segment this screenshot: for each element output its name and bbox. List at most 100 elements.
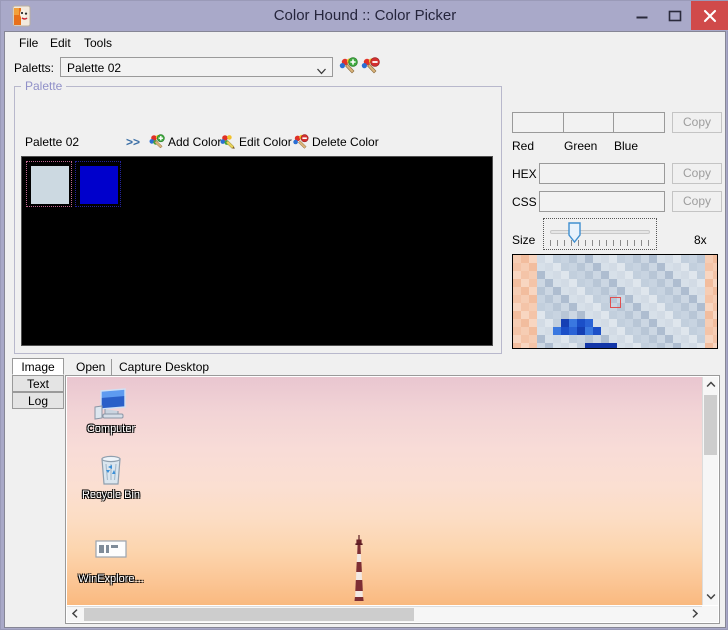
add-color-button[interactable]: Add Color xyxy=(149,134,229,152)
palette-name-label: Palette 02 xyxy=(25,135,80,149)
capture-desktop-button[interactable]: Capture Desktop xyxy=(111,359,216,375)
magnifier-pixel xyxy=(665,295,673,303)
palette-group-legend: Palette xyxy=(21,79,67,93)
horizontal-scroll-thumb[interactable] xyxy=(84,608,414,621)
magnifier-pixel xyxy=(705,303,713,311)
magnifier-pixel xyxy=(617,279,625,287)
blue-input[interactable] xyxy=(614,113,665,132)
swatch-canvas[interactable] xyxy=(21,156,493,346)
tab-image[interactable]: Image xyxy=(12,358,64,375)
delete-palette-icon[interactable] xyxy=(361,57,380,76)
magnifier-pixel xyxy=(569,327,577,335)
tab-log[interactable]: Log xyxy=(12,392,64,409)
scroll-left-button[interactable] xyxy=(67,607,83,622)
magnifier-pixel xyxy=(545,295,553,303)
recycle-bin-icon xyxy=(75,453,147,489)
palette-dropdown[interactable]: Palette 02 xyxy=(60,57,333,77)
magnifier-pixel xyxy=(529,263,537,271)
magnifier-pixel xyxy=(513,335,521,343)
magnifier-pixel xyxy=(577,335,585,343)
copy-rgb-button[interactable]: Copy xyxy=(672,112,722,133)
minimize-button[interactable] xyxy=(625,1,658,30)
magnifier-pixel xyxy=(625,327,633,335)
magnifier-pixel xyxy=(617,255,625,263)
magnifier-pixel xyxy=(513,327,521,335)
edit-color-icon xyxy=(220,134,236,150)
add-palette-icon[interactable] xyxy=(339,57,358,76)
magnifier-pixel xyxy=(561,255,569,263)
green-input[interactable] xyxy=(563,113,614,132)
magnifier-pixel xyxy=(633,255,641,263)
chevron-down-icon xyxy=(706,592,715,603)
magnifier-pixel xyxy=(689,303,697,311)
magnifier-pixel xyxy=(641,303,649,311)
scroll-down-button[interactable] xyxy=(703,589,718,605)
magnifier-preview xyxy=(512,254,718,349)
magnifier-pixel xyxy=(537,287,545,295)
palettes-label: Paletts: xyxy=(14,61,55,75)
delete-color-button[interactable]: Delete Color xyxy=(293,134,381,152)
magnifier-pixel xyxy=(553,319,561,327)
hex-input[interactable] xyxy=(539,163,665,184)
desktop-icon-recycle-bin[interactable]: Recycle Bin xyxy=(75,453,147,502)
desktop-icon-winexplore[interactable]: WinExplore... xyxy=(75,537,147,586)
magnifier-pixel xyxy=(561,311,569,319)
edit-color-button[interactable]: Edit Color xyxy=(220,134,300,152)
zoom-size-slider[interactable] xyxy=(543,218,657,250)
magnifier-pixel xyxy=(657,255,665,263)
color-swatch[interactable] xyxy=(75,161,121,207)
magnifier-pixel xyxy=(633,271,641,279)
magnifier-pixel xyxy=(585,255,593,263)
chevron-left-icon xyxy=(71,608,78,621)
menu-item-edit[interactable]: Edit xyxy=(44,35,77,52)
magnifier-pixel xyxy=(713,263,717,271)
menu-item-file[interactable]: File xyxy=(13,35,44,52)
desktop-screenshot[interactable]: Computer Recycle Bin WinExplore... xyxy=(67,377,703,605)
magnifier-pixel xyxy=(617,327,625,335)
maximize-button[interactable] xyxy=(658,1,691,30)
magnifier-pixel xyxy=(577,343,585,348)
red-input[interactable] xyxy=(513,113,563,132)
magnifier-pixel xyxy=(529,271,537,279)
scroll-up-button[interactable] xyxy=(703,377,718,393)
magnifier-pixel xyxy=(561,287,569,295)
copy-hex-button[interactable]: Copy xyxy=(672,163,722,184)
vertical-scrollbar[interactable] xyxy=(702,377,718,605)
palette-expand-arrows[interactable]: >> xyxy=(126,135,140,149)
image-viewport[interactable]: Computer Recycle Bin WinExplore... xyxy=(65,376,720,624)
horizontal-scrollbar[interactable] xyxy=(67,606,703,622)
magnifier-pixel xyxy=(601,295,609,303)
magnifier-pixel xyxy=(529,255,537,263)
magnifier-pixel xyxy=(569,271,577,279)
magnifier-pixel xyxy=(545,271,553,279)
open-button[interactable]: Open xyxy=(69,359,112,375)
copy-css-button[interactable]: Copy xyxy=(672,191,722,212)
magnifier-pixel xyxy=(537,319,545,327)
slider-ticks xyxy=(550,240,652,247)
add-color-icon xyxy=(149,134,165,150)
menu-item-tools[interactable]: Tools xyxy=(78,35,118,52)
tab-text[interactable]: Text xyxy=(12,375,64,392)
magnifier-pixel xyxy=(649,335,657,343)
image-toolbar: Open Capture Desktop xyxy=(65,358,720,376)
magnifier-pixel xyxy=(705,335,713,343)
close-button[interactable] xyxy=(691,1,728,30)
magnifier-pixel xyxy=(673,303,681,311)
magnifier-pixel xyxy=(625,263,633,271)
delete-color-label: Delete Color xyxy=(312,135,379,149)
magnifier-pixel xyxy=(649,327,657,335)
desktop-icon-computer[interactable]: Computer xyxy=(75,387,147,436)
magnifier-pixel xyxy=(593,303,601,311)
color-swatch[interactable] xyxy=(26,161,72,207)
vertical-scroll-thumb[interactable] xyxy=(704,395,717,455)
magnifier-pixel xyxy=(585,303,593,311)
magnifier-pixel xyxy=(601,255,609,263)
magnifier-pixel xyxy=(561,327,569,335)
scroll-right-button[interactable] xyxy=(687,607,703,622)
rgb-input-group[interactable] xyxy=(512,112,665,133)
magnifier-pixel xyxy=(585,311,593,319)
magnifier-pixel xyxy=(665,271,673,279)
css-input[interactable] xyxy=(539,191,665,212)
magnifier-pixel xyxy=(593,327,601,335)
size-value-label: 8x xyxy=(694,233,707,247)
